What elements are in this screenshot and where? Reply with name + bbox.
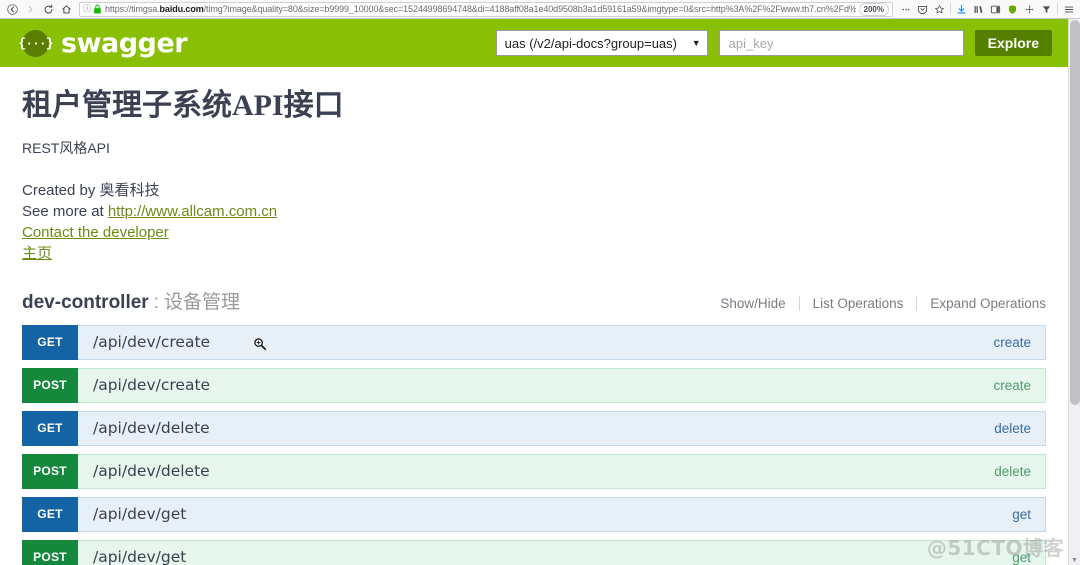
api-info-block: Created by 奥看科技 See more at http://www.a… — [22, 180, 1046, 265]
operation-summary: get — [1012, 549, 1031, 565]
operation-summary: create — [993, 334, 1031, 350]
api-key-input[interactable]: api_key — [718, 30, 964, 56]
browser-toolbar: ⓘ https://timgsa.baidu.com/timg?image&qu… — [0, 0, 1080, 19]
page-scrollbar[interactable]: ▲ ▼ — [1068, 19, 1080, 565]
operation-summary: delete — [994, 420, 1031, 436]
resource-actions: Show/Hide List Operations Expand Operati… — [720, 295, 1046, 311]
see-more-label: See more at — [22, 202, 108, 220]
contact-developer-link[interactable]: Contact the developer — [22, 224, 169, 241]
operation-method-badge: GET — [22, 410, 78, 446]
swagger-logo-text: swagger — [61, 27, 188, 59]
browser-toolbar-icons — [897, 1, 1077, 18]
more-icon[interactable] — [897, 1, 914, 18]
move-icon[interactable] — [1021, 1, 1038, 18]
swagger-header: {···} swagger uas (/v2/api-docs?group=ua… — [0, 19, 1068, 67]
sidebar-icon[interactable] — [987, 1, 1004, 18]
reload-button[interactable] — [39, 1, 57, 18]
page-title: 租户管理子系统API接口 — [22, 89, 344, 122]
operation-summary: delete — [994, 463, 1031, 479]
resource-name[interactable]: dev-controller — [22, 292, 149, 314]
operation-path[interactable]: /api/dev/delete — [78, 455, 994, 488]
home-button[interactable] — [57, 1, 75, 18]
operation-summary: create — [993, 377, 1031, 393]
api-spec-select-value: uas (/v2/api-docs?group=uas) — [504, 35, 677, 51]
operation-path[interactable]: /api/dev/delete — [78, 412, 994, 445]
resource-header: dev-controller : 设备管理 Show/Hide List Ope… — [22, 287, 1046, 321]
header-form: uas (/v2/api-docs?group=uas) ▼ api_key E… — [495, 30, 1052, 56]
operation-method-badge: POST — [22, 367, 78, 403]
chevron-down-icon: ▼ — [691, 38, 701, 48]
operations-list: GET/api/dev/create create POST/api/dev/cre… — [22, 324, 1046, 565]
contact-line: Contact the developer — [22, 222, 1046, 243]
operation-row[interactable]: POST/api/dev/create create — [22, 367, 1046, 403]
expand-operations-button[interactable]: Expand Operations — [917, 296, 1046, 311]
hamburger-menu-icon[interactable] — [1060, 1, 1077, 18]
operation-row[interactable]: GET/api/dev/create create — [22, 324, 1046, 360]
home-line: 主页 — [22, 243, 1046, 264]
home-page-link[interactable]: 主页 — [22, 245, 52, 262]
address-bar[interactable]: ⓘ https://timgsa.baidu.com/timg?image&qu… — [79, 1, 893, 17]
page-subtitle: REST风格API — [22, 139, 110, 156]
operation-path[interactable]: /api/dev/get — [78, 498, 1012, 531]
bookmark-star-icon[interactable] — [931, 1, 948, 18]
filter-icon[interactable] — [1038, 1, 1055, 18]
created-by-line: Created by 奥看科技 — [22, 180, 1046, 201]
operation-row[interactable]: POST/api/dev/get get — [22, 539, 1046, 565]
swagger-logo[interactable]: {···} swagger — [19, 27, 188, 59]
show-hide-button[interactable]: Show/Hide — [720, 296, 798, 311]
explore-button[interactable]: Explore — [974, 30, 1052, 56]
see-more-link[interactable]: http://www.allcam.com.cn — [108, 203, 277, 220]
info-icon[interactable]: ⓘ — [83, 5, 91, 13]
created-by-value: 奥看科技 — [99, 181, 160, 199]
toolbar-divider — [950, 3, 951, 15]
zoom-level-badge[interactable]: 200% — [858, 2, 889, 16]
pocket-icon[interactable] — [914, 1, 931, 18]
screen: ⓘ https://timgsa.baidu.com/timg?image&qu… — [0, 0, 1080, 565]
scroll-down-arrow[interactable]: ▼ — [1071, 557, 1078, 564]
operation-method-badge: POST — [22, 539, 78, 565]
back-button[interactable] — [3, 1, 21, 18]
operation-method-badge: GET — [22, 496, 78, 532]
api-spec-select[interactable]: uas (/v2/api-docs?group=uas) ▼ — [495, 30, 708, 56]
operation-path[interactable]: /api/dev/create — [78, 326, 993, 359]
operation-path[interactable]: /api/dev/get — [78, 541, 1012, 565]
library-icon[interactable] — [970, 1, 987, 18]
operation-row[interactable]: POST/api/dev/delete delete — [22, 453, 1046, 489]
resource-description: 设备管理 — [163, 291, 240, 313]
operation-summary: get — [1012, 506, 1031, 522]
lock-icon[interactable] — [93, 4, 102, 14]
operation-path[interactable]: /api/dev/create — [78, 369, 993, 402]
swagger-brace-icon: {···} — [19, 29, 54, 57]
resource-separator: : — [153, 291, 159, 313]
operation-row[interactable]: GET/api/dev/get get — [22, 496, 1046, 532]
toolbar-divider-2 — [1057, 3, 1058, 15]
operation-row[interactable]: GET/api/dev/delete delete — [22, 410, 1046, 446]
page-body: 租户管理子系统API接口 REST风格API Created by 奥看科技 S… — [0, 67, 1068, 565]
shield-icon[interactable] — [1004, 1, 1021, 18]
operation-method-badge: POST — [22, 453, 78, 489]
operation-method-badge: GET — [22, 324, 78, 360]
created-by-label: Created by — [22, 181, 100, 199]
scroll-thumb[interactable] — [1070, 20, 1080, 405]
list-operations-button[interactable]: List Operations — [800, 296, 917, 311]
downloads-icon[interactable] — [953, 1, 970, 18]
forward-button[interactable] — [21, 1, 39, 18]
url-text: https://timgsa.baidu.com/timg?image&qual… — [105, 4, 856, 14]
see-more-line: See more at http://www.allcam.com.cn — [22, 201, 1046, 222]
